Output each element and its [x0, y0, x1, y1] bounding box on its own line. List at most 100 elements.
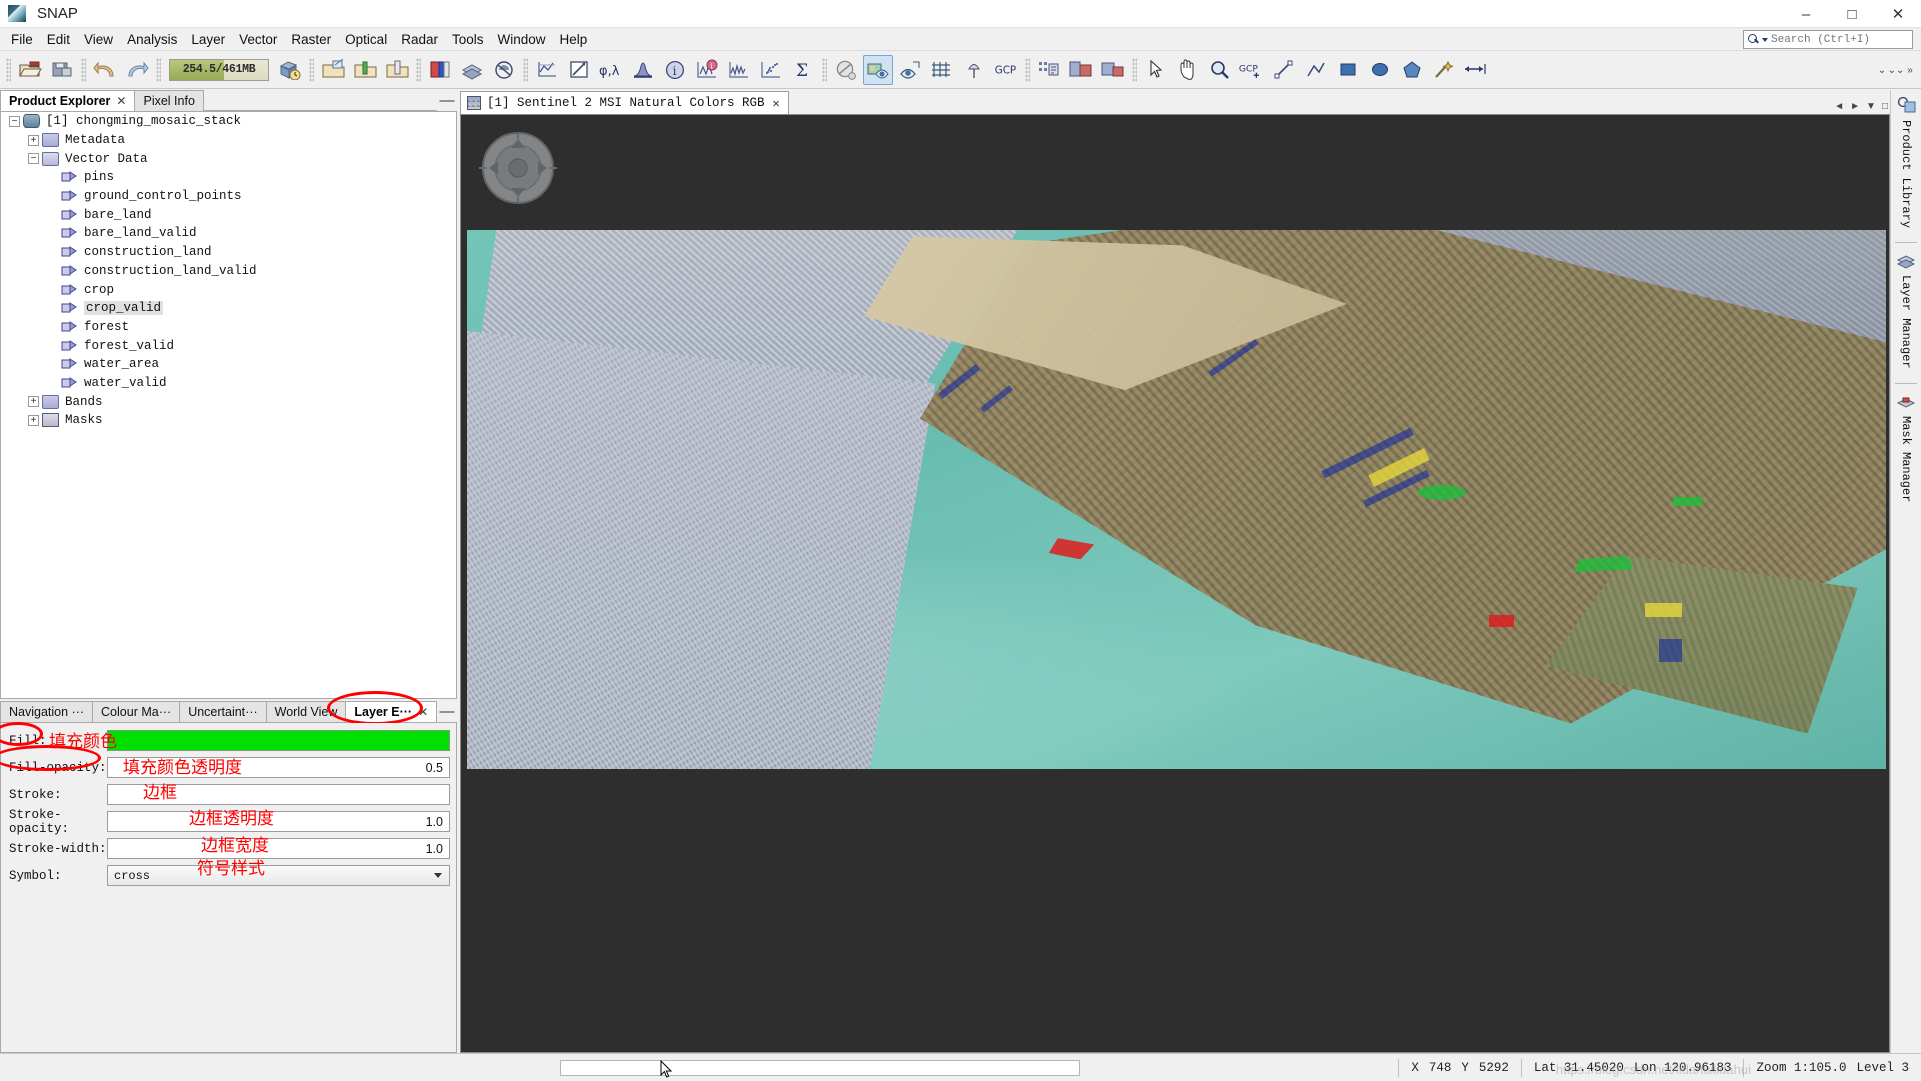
toolbar-grip[interactable] — [6, 57, 11, 82]
range-finder-icon[interactable] — [1461, 55, 1491, 85]
close-icon[interactable]: ✕ — [418, 705, 428, 719]
toolbar-grip[interactable] — [309, 57, 314, 82]
tab-navigation[interactable]: Navigation ··· — [0, 701, 94, 722]
menu-edit[interactable]: Edit — [40, 29, 77, 50]
menu-view[interactable]: View — [77, 29, 120, 50]
toolbar-grip[interactable] — [822, 57, 827, 82]
undo-icon[interactable] — [90, 55, 120, 85]
mask-overlay-icon[interactable] — [863, 54, 893, 85]
chevron-down-icon[interactable] — [1762, 37, 1768, 42]
redo-icon[interactable] — [122, 55, 152, 85]
stroke-color-swatch[interactable] — [107, 784, 450, 805]
information-icon[interactable]: i — [660, 55, 690, 85]
close-button[interactable]: ✕ — [1875, 0, 1921, 28]
selection-tool-icon[interactable] — [1141, 55, 1171, 85]
dock-button-mask-manager[interactable]: Mask Manager — [1896, 394, 1916, 502]
menu-layer[interactable]: Layer — [184, 29, 232, 50]
pixel-info-icon[interactable] — [1034, 55, 1064, 85]
tree-row-water-area[interactable]: water_area — [1, 355, 456, 374]
tree-row-bare-land[interactable]: bare_land — [1, 205, 456, 224]
ellipse-tool-icon[interactable] — [1365, 55, 1395, 85]
line-tool-icon[interactable] — [1269, 55, 1299, 85]
tab-pixel-info[interactable]: Pixel Info — [134, 90, 204, 111]
menu-vector[interactable]: Vector — [232, 29, 284, 50]
scatter-plot-icon[interactable] — [756, 55, 786, 85]
dock-button-product-library[interactable]: Product Library — [1896, 96, 1916, 228]
close-icon[interactable]: ✕ — [116, 94, 126, 108]
tree-row-vector-data[interactable]: − Vector Data — [1, 149, 456, 168]
tree-row-pins[interactable]: pins — [1, 168, 456, 187]
menu-optical[interactable]: Optical — [338, 29, 394, 50]
zoom-tool-icon[interactable] — [1205, 55, 1235, 85]
rectangle-tool-icon[interactable] — [1333, 55, 1363, 85]
tree-row-crop-valid[interactable]: crop_valid — [1, 299, 456, 318]
layer-manager-icon[interactable] — [457, 55, 487, 85]
tree-row-product[interactable]: − [1] chongming_mosaic_stack — [1, 112, 456, 131]
menu-help[interactable]: Help — [553, 29, 595, 50]
toolbar-grip[interactable] — [416, 57, 421, 82]
expander-icon[interactable]: − — [28, 153, 39, 165]
product-explorer-tree[interactable]: − [1] chongming_mosaic_stack + Metadata … — [0, 112, 457, 699]
graticule-overlay-icon[interactable] — [927, 55, 957, 85]
pan-compass-icon[interactable] — [475, 129, 561, 207]
tab-world-view[interactable]: World View — [265, 701, 347, 722]
band-maths-icon[interactable] — [1098, 55, 1128, 85]
histogram-icon[interactable] — [628, 55, 658, 85]
menu-window[interactable]: Window — [491, 29, 553, 50]
toolbar-grip[interactable] — [1132, 57, 1137, 82]
fill-opacity-input[interactable]: 0.5 — [107, 757, 450, 778]
tree-row-bands[interactable]: + Bands — [1, 392, 456, 411]
open-rgb-image-icon[interactable] — [318, 55, 348, 85]
tab-product-explorer[interactable]: Product Explorer ✕ — [0, 90, 136, 111]
fill-color-swatch[interactable] — [107, 730, 450, 751]
tree-row-bare-land-valid[interactable]: bare_land_valid — [1, 224, 456, 243]
tree-row-water-valid[interactable]: water_valid — [1, 374, 456, 393]
maximize-view-icon[interactable]: □ — [1882, 101, 1888, 112]
tree-row-metadata[interactable]: + Metadata — [1, 131, 456, 150]
toolbar-grip[interactable] — [523, 57, 528, 82]
gcp-overlay-icon[interactable]: GCP — [991, 55, 1021, 85]
mask-manager-icon[interactable] — [489, 55, 519, 85]
tree-row-masks[interactable]: + Masks — [1, 411, 456, 430]
reset-memory-icon[interactable] — [275, 55, 305, 85]
close-icon[interactable]: ✕ — [773, 96, 780, 111]
minimize-panel-button[interactable]: — — [437, 90, 457, 111]
polygon-tool-icon[interactable] — [1397, 55, 1427, 85]
polyline-tool-icon[interactable] — [1301, 55, 1331, 85]
tab-list-icon[interactable]: ▼ — [1866, 101, 1876, 112]
maximize-button[interactable]: □ — [1829, 0, 1875, 28]
search-input[interactable] — [1771, 33, 1899, 46]
expander-icon[interactable]: − — [9, 115, 20, 127]
menu-raster[interactable]: Raster — [284, 29, 338, 50]
toolbar-grip[interactable] — [81, 57, 86, 82]
menu-file[interactable]: File — [4, 29, 40, 50]
tree-row-crop[interactable]: crop — [1, 280, 456, 299]
minimize-panel-button[interactable]: — — [437, 701, 457, 722]
search-box[interactable] — [1743, 30, 1913, 49]
save-product-icon[interactable] — [47, 55, 77, 85]
toolbar-grip[interactable] — [1025, 57, 1030, 82]
stroke-opacity-input[interactable]: 1.0 — [107, 811, 450, 832]
open-band-icon[interactable] — [350, 55, 380, 85]
no-data-overlay-icon[interactable] — [831, 55, 861, 85]
satellite-scene[interactable] — [467, 177, 1886, 769]
subset-icon[interactable] — [1066, 55, 1096, 85]
tab-sentinel2-image-view[interactable]: [1] Sentinel 2 MSI Natural Colors RGB ✕ — [460, 91, 789, 114]
tree-row-forest-valid[interactable]: forest_valid — [1, 336, 456, 355]
tree-row-construction-land-valid[interactable]: construction_land_valid — [1, 262, 456, 281]
tab-layer-editor[interactable]: Layer E··· ✕ — [345, 701, 438, 722]
geo-coding-icon[interactable] — [564, 55, 594, 85]
chevron-down-icon[interactable] — [434, 873, 442, 878]
menu-radar[interactable]: Radar — [394, 29, 445, 50]
image-canvas[interactable] — [460, 114, 1890, 1053]
chevron-expand-icon[interactable]: » — [1903, 55, 1917, 85]
expander-icon[interactable]: + — [28, 396, 39, 408]
tree-row-forest[interactable]: forest — [1, 318, 456, 337]
toolbar-grip[interactable] — [156, 57, 161, 82]
metadata-plot-icon[interactable]: i — [692, 55, 722, 85]
minimize-button[interactable]: – — [1783, 0, 1829, 28]
tree-row-ground-control-points[interactable]: ground_control_points — [1, 187, 456, 206]
stroke-width-input[interactable]: 1.0 — [107, 838, 450, 859]
geometry-overlay-icon[interactable] — [895, 55, 925, 85]
statistics-icon[interactable]: Σ — [788, 55, 818, 85]
